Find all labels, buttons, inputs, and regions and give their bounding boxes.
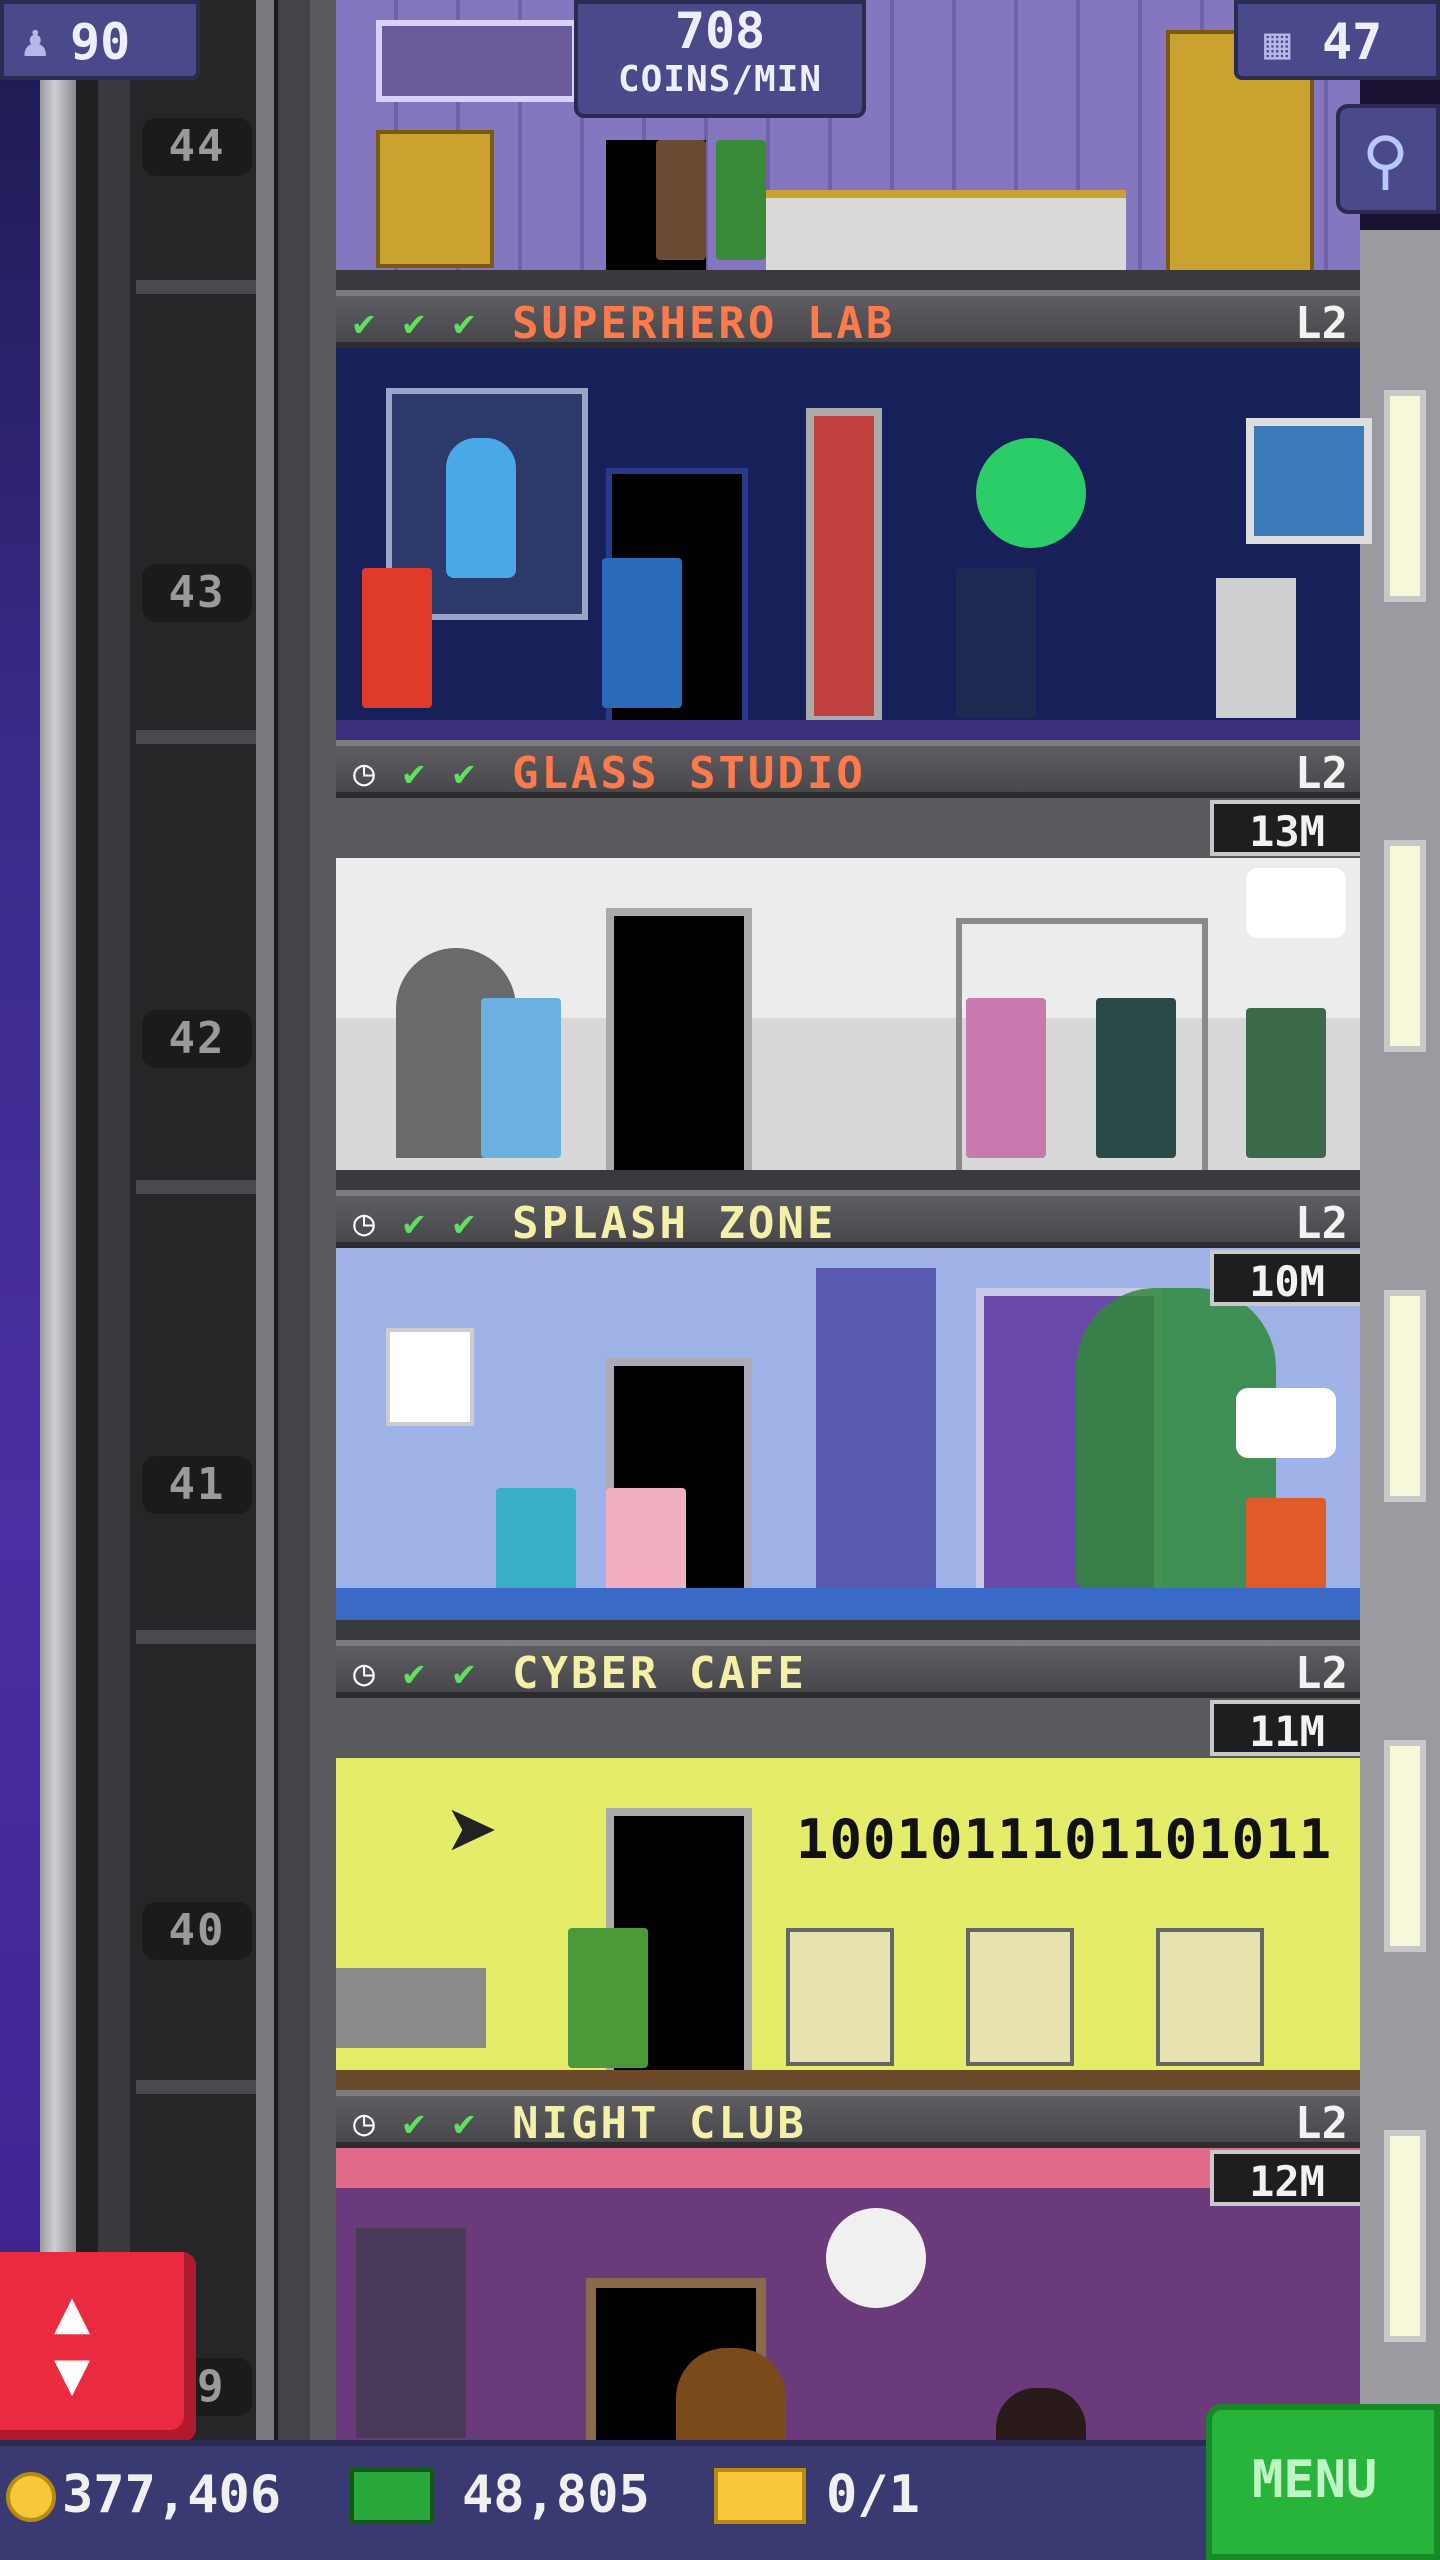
shaft-divider (136, 730, 256, 744)
room-timer: 12M (1210, 2150, 1360, 2206)
tower-window (1384, 840, 1426, 1052)
ticket-icon (714, 2468, 806, 2524)
shaft-divider (136, 280, 256, 294)
room-splash-zone[interactable]: ◷ ✔ ✔ SPLASH ZONE L2 10M (336, 1190, 1360, 1640)
elevator-cable-track (130, 0, 256, 2440)
coins-rate-unit: COINS/MIN (617, 59, 823, 100)
clock-icon: ◷ (353, 1653, 375, 1694)
room-name: NIGHT CLUB (512, 2098, 807, 2149)
coins-per-minute-panel: 708 COINS/MIN (574, 0, 866, 118)
room-scene (336, 1248, 1360, 1640)
floor-number: 41 (142, 1456, 252, 1514)
room-title-bar: ◷ ✔ ✔ GLASS STUDIO L2 (336, 740, 1360, 798)
floor-number-marker: 40 (120, 1894, 276, 1970)
binary-wall-text: 1001011101101011 (796, 1808, 1333, 1871)
check-icon: ✔ (453, 303, 475, 344)
room-name: CYBER CAFE (512, 1648, 807, 1699)
room-timer: 13M (1210, 800, 1360, 856)
floor-number: 43 (142, 564, 252, 622)
check-icon: ✔ (403, 2103, 425, 2144)
check-icon: ✔ (403, 753, 425, 794)
magnifier-icon: ⚲ (1362, 124, 1409, 198)
check-icon: ✔ (453, 1203, 475, 1244)
room-timer: 10M (1210, 1250, 1360, 1306)
room-title-bar: ✔ ✔ ✔ SUPERHERO LAB L2 (336, 290, 1360, 348)
floor-number: 40 (142, 1902, 252, 1960)
room-night-club[interactable]: ◷ ✔ ✔ NIGHT CLUB L2 12M (336, 2090, 1360, 2440)
room-superhero-lab[interactable]: ✔ ✔ ✔ SUPERHERO LAB L2 (336, 290, 1372, 740)
room-name: GLASS STUDIO (512, 748, 866, 799)
population-counter[interactable]: ♟ 90 (0, 0, 200, 80)
shaft-rail (274, 0, 314, 2440)
arrow-up-icon: ▲ (54, 2277, 91, 2347)
floor-number-marker: 43 (120, 556, 276, 632)
room-scene (336, 348, 1372, 740)
shaft-rail (40, 0, 76, 2440)
arrow-down-icon: ▼ (54, 2339, 91, 2409)
room-level: L2 (1295, 2098, 1348, 2149)
coins-value: 377,406 (62, 2465, 282, 2525)
building-icon: ▦ (1264, 18, 1291, 69)
clock-icon: ◷ (353, 753, 375, 794)
person-icon: ♟ (22, 16, 49, 67)
zoom-button[interactable]: ⚲ (1336, 104, 1440, 214)
tower-window (1384, 1290, 1426, 1502)
coins-rate-value: 708 (674, 2, 766, 60)
check-icon: ✔ (453, 753, 475, 794)
floor-number-marker: 44 (120, 110, 276, 186)
tower-window (1384, 390, 1426, 602)
room-scene: ➤ 1001011101101011 (336, 1698, 1360, 2090)
room-timer: 11M (1210, 1700, 1360, 1756)
shaft-divider (136, 1180, 256, 1194)
room-level: L2 (1295, 748, 1348, 799)
check-icon: ✔ (353, 303, 375, 344)
clock-icon: ◷ (353, 1203, 375, 1244)
room-glass-studio[interactable]: ◷ ✔ ✔ GLASS STUDIO L2 13M (336, 740, 1360, 1190)
tower-window (1384, 1740, 1426, 1952)
sky-background (0, 0, 40, 2560)
bux-icon (350, 2468, 434, 2524)
room-level: L2 (1295, 298, 1348, 349)
shaft-divider (136, 2080, 256, 2094)
room-cyber-cafe[interactable]: ◷ ✔ ✔ CYBER CAFE L2 ➤ 1001011101101011 1… (336, 1640, 1360, 2090)
clock-icon: ◷ (353, 2103, 375, 2144)
room-name: SPLASH ZONE (512, 1198, 837, 1249)
floor-counter[interactable]: ▦ 47 (1234, 0, 1440, 80)
room-level: L2 (1295, 1198, 1348, 1249)
check-icon: ✔ (453, 1653, 475, 1694)
tower-window (1384, 2130, 1426, 2342)
room-scene (336, 798, 1360, 1190)
room-name: SUPERHERO LAB (512, 298, 896, 349)
coin-icon (6, 2472, 56, 2522)
check-icon: ✔ (403, 303, 425, 344)
floor-count-value: 47 (1322, 13, 1383, 71)
room-title-bar: ◷ ✔ ✔ CYBER CAFE L2 (336, 1640, 1360, 1698)
room-title-bar: ◷ ✔ ✔ NIGHT CLUB L2 (336, 2090, 1360, 2148)
tickets-value: 0/1 (826, 2465, 920, 2525)
check-icon: ✔ (453, 2103, 475, 2144)
menu-label: MENU (1252, 2450, 1378, 2510)
cursor-arrow-icon: ➤ (446, 1780, 501, 1885)
floor-number-marker: 41 (120, 1448, 276, 1524)
shaft-divider (136, 1630, 256, 1644)
shaft-rail (76, 0, 98, 2440)
room-title-bar: ◷ ✔ ✔ SPLASH ZONE L2 (336, 1190, 1360, 1248)
menu-button[interactable]: MENU (1206, 2404, 1440, 2560)
room-scene (336, 2148, 1360, 2440)
floor-number: 42 (142, 1010, 252, 1068)
elevator-button[interactable]: ▲ ▼ (0, 2252, 196, 2442)
check-icon: ✔ (403, 1203, 425, 1244)
check-icon: ✔ (403, 1653, 425, 1694)
shaft-rail (256, 0, 274, 2440)
floor-number-marker: 42 (120, 1002, 276, 1078)
population-value: 90 (70, 13, 131, 71)
floor-number: 44 (142, 118, 252, 176)
room-level: L2 (1295, 1648, 1348, 1699)
bux-value: 48,805 (462, 2465, 650, 2525)
